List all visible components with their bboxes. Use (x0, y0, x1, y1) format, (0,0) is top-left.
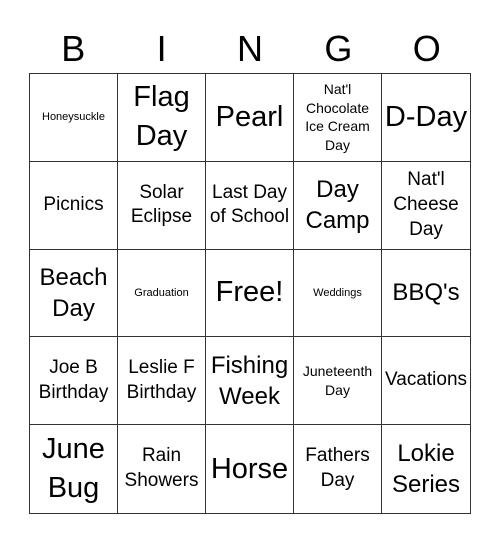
bingo-cell[interactable]: June Bug (30, 425, 118, 513)
bingo-cell-label: Joe B Birthday (38, 357, 109, 403)
bingo-cell[interactable]: Honeysuckle (30, 74, 118, 162)
bingo-cell[interactable]: Fishing Week (206, 337, 294, 426)
bingo-cell-label: Honeysuckle (42, 111, 105, 124)
bingo-cell[interactable]: D-Day (382, 74, 470, 162)
bingo-card-grid: Honeysuckle Flag Day Pearl Nat'l Chocolate … (29, 73, 471, 514)
bingo-cell[interactable]: Beach Day (30, 249, 118, 338)
bingo-cell[interactable]: Juneteenth Day (294, 337, 382, 426)
bingo-cell[interactable]: Graduation (118, 249, 206, 338)
bingo-cell[interactable]: Flag Day (118, 74, 206, 162)
bingo-cell-label: Graduation (134, 286, 189, 299)
bingo-cell-label: Nat'l Chocolate Ice Cream Day (305, 80, 370, 154)
bingo-cell-label: Weddings (313, 286, 362, 299)
header-letter-n: N (236, 28, 263, 69)
bingo-cell-label: BBQ's (392, 279, 460, 307)
bingo-cell[interactable]: Lokie Series (382, 425, 470, 513)
bingo-cell-label: Fathers Day (305, 445, 370, 492)
bingo-cell-label: Flag Day (133, 81, 190, 153)
bingo-cell[interactable]: Pearl (206, 74, 294, 162)
bingo-cell-label: Rain Showers (124, 445, 199, 492)
header-letter-i: I (156, 28, 167, 69)
bingo-cell[interactable]: Picnics (30, 161, 118, 250)
bingo-cell-label: Day Camp (305, 176, 370, 235)
header-letter-b: B (61, 28, 86, 69)
bingo-cell-label: Picnics (43, 193, 104, 215)
bingo-cell-label: Free! (215, 276, 284, 309)
bingo-cell[interactable]: Fathers Day (294, 425, 382, 513)
bingo-cell-label: Nat'l Cheese Day (393, 169, 459, 240)
bingo-cell[interactable]: Solar Eclipse (118, 161, 206, 250)
bingo-cell[interactable]: Leslie F Birthday (118, 337, 206, 426)
bingo-cell-label: Last Day of School (209, 181, 290, 228)
bingo-cell-label: Beach Day (39, 263, 108, 322)
bingo-cell-label: D-Day (384, 100, 468, 133)
bingo-cell[interactable]: Nat'l Cheese Day (382, 162, 470, 250)
bingo-cell[interactable]: Free! (206, 249, 294, 338)
bingo-cell-label: Horse (210, 452, 289, 485)
bingo-cell[interactable]: BBQ's (382, 250, 470, 338)
bingo-cell-label: Pearl (215, 100, 284, 133)
bingo-cell-label: Lokie Series (391, 439, 461, 499)
bingo-cell[interactable]: Weddings (294, 249, 382, 338)
header-letter-o: O (412, 28, 441, 69)
bingo-cell-label: Juneteenth Day (302, 362, 373, 398)
bingo-cell[interactable]: Horse (206, 425, 294, 513)
bingo-header: B I N G O (29, 24, 471, 74)
bingo-cell[interactable]: Vacations (382, 337, 470, 426)
bingo-cell-label: Solar Eclipse (130, 181, 193, 228)
bingo-cell[interactable]: Rain Showers (118, 425, 206, 513)
bingo-cell[interactable]: Last Day of School (206, 161, 294, 250)
bingo-cell[interactable]: Joe B Birthday (30, 337, 118, 426)
header-letter-g: G (324, 28, 353, 69)
bingo-cell-label: Vacations (384, 369, 468, 391)
bingo-cell-label: Leslie F Birthday (126, 357, 197, 403)
bingo-cell-label: Fishing Week (210, 351, 289, 410)
bingo-cell[interactable]: Nat'l Chocolate Ice Cream Day (294, 74, 382, 162)
bingo-cell-label: June Bug (42, 432, 105, 505)
bingo-cell[interactable]: Day Camp (294, 161, 382, 250)
